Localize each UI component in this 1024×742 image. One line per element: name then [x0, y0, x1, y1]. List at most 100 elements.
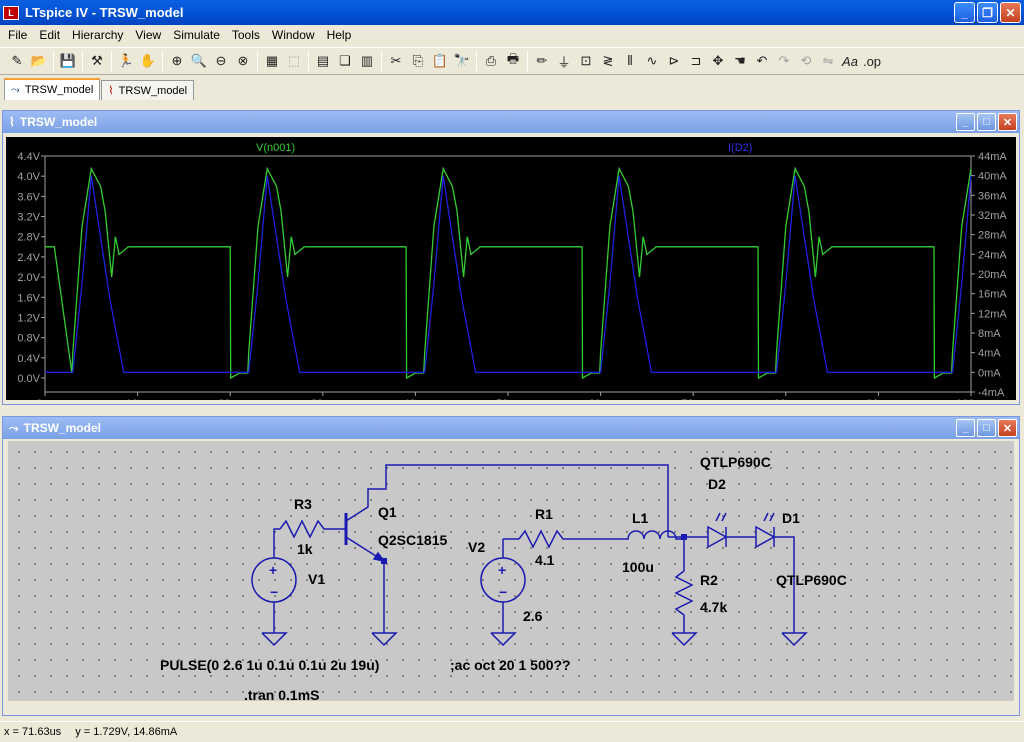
menu-simulate[interactable]: Simulate [167, 28, 226, 42]
minimize-button[interactable]: _ [954, 2, 975, 23]
resistor-r3[interactable] [279, 519, 330, 539]
drag-icon[interactable]: ☚ [729, 50, 751, 72]
label-r3[interactable]: R3 [294, 496, 312, 512]
waveform-chart[interactable]: 0us 10us 20us 30us 40us 50us 60us 70us 80us 90us 1… [6, 137, 1016, 410]
control-panel-icon[interactable]: ⚒ [86, 50, 108, 72]
label-l1[interactable]: L1 [632, 510, 649, 526]
inductor-icon[interactable]: ∿ [641, 50, 663, 72]
copy-icon[interactable]: ⎘ [407, 50, 429, 72]
zoom-out-icon[interactable]: ⊖ [210, 50, 232, 72]
spice-directive-icon[interactable]: .op [861, 50, 883, 72]
y-right-tick-label: 4mA [978, 348, 1001, 360]
menu-bar: File Edit Hierarchy View Simulate Tools … [0, 25, 1024, 45]
schematic-window-titlebar[interactable]: ⤳ TRSW_model _ □ ✕ [3, 417, 1019, 439]
model-d1[interactable]: QTLP690C [776, 572, 847, 588]
component-icon[interactable]: ⊐ [685, 50, 707, 72]
tab-waveform[interactable]: ⌇ TRSW_model [101, 80, 195, 100]
label-d2[interactable]: D2 [708, 476, 726, 492]
zoom-fit-icon[interactable]: ⊗ [232, 50, 254, 72]
menu-window[interactable]: Window [266, 28, 321, 42]
maximize-button[interactable]: □ [977, 113, 996, 131]
tile-horizontal-icon[interactable]: ▤ [312, 50, 334, 72]
draw-wire-icon[interactable]: ✏ [531, 50, 553, 72]
value-r1[interactable]: 4.1 [535, 552, 555, 568]
menu-hierarchy[interactable]: Hierarchy [66, 28, 129, 42]
cut-icon[interactable]: ✂ [385, 50, 407, 72]
value-r2[interactable]: 4.7k [700, 599, 727, 615]
zoom-in-icon[interactable]: ⊕ [166, 50, 188, 72]
cursor-y-readout: y = 1.729V, 14.86mA [75, 726, 178, 738]
resistor-r1[interactable] [518, 529, 608, 549]
open-schematic-icon[interactable]: ✎ [6, 50, 28, 72]
value-l1[interactable]: 100u [622, 559, 654, 575]
label-r2[interactable]: R2 [700, 572, 718, 588]
resistor-r2[interactable] [674, 570, 694, 633]
redo-icon[interactable]: ↷ [773, 50, 795, 72]
find-icon[interactable]: 🔭 [451, 50, 473, 72]
cascade-icon[interactable]: ❏ [334, 50, 356, 72]
open-folder-icon[interactable]: 📂 [28, 50, 50, 72]
status-bar: x = 71.63us y = 1.729V, 14.86mA [0, 721, 1024, 742]
menu-help[interactable]: Help [321, 28, 358, 42]
model-q1[interactable]: Q2SC1815 [378, 532, 447, 548]
undo-icon[interactable]: ↶ [751, 50, 773, 72]
print-setup-icon[interactable]: ⎙ [480, 50, 502, 72]
label-v1[interactable]: V1 [308, 571, 325, 587]
maximize-button[interactable]: □ [977, 419, 996, 437]
trace-v-n001[interactable] [45, 166, 972, 380]
minimize-button[interactable]: _ [956, 113, 975, 131]
diode-icon[interactable]: ⊳ [663, 50, 685, 72]
zoom-area-icon[interactable]: 🔍 [188, 50, 210, 72]
label-v2[interactable]: V2 [468, 539, 485, 555]
tran-directive[interactable]: .tran 0.1mS [244, 687, 319, 701]
led-d2[interactable] [707, 512, 728, 549]
label-net-icon[interactable]: ⊡ [575, 50, 597, 72]
model-d2[interactable]: QTLP690C [700, 454, 771, 470]
waveform-plot[interactable]: 0us 10us 20us 30us 40us 50us 60us 70us 80us 90us 1… [6, 137, 1016, 410]
capacitor-icon[interactable]: ⫴ [619, 50, 641, 72]
y-right-tick-label: 8mA [978, 328, 1001, 340]
pan-icon[interactable]: ⬚ [283, 50, 305, 72]
print-icon[interactable]: 🖶 [502, 50, 524, 72]
menu-view[interactable]: View [129, 28, 167, 42]
autorange-icon[interactable]: ▦ [261, 50, 283, 72]
wire[interactable] [273, 528, 280, 544]
halt-icon[interactable]: ✋ [137, 50, 159, 72]
menu-edit[interactable]: Edit [33, 28, 66, 42]
rotate-icon[interactable]: ⟲ [795, 50, 817, 72]
menu-file[interactable]: File [2, 28, 33, 42]
text-icon[interactable]: Aa [839, 50, 861, 72]
minimize-button[interactable]: _ [956, 419, 975, 437]
label-d1[interactable]: D1 [782, 510, 800, 526]
trace-i-d2[interactable] [45, 175, 972, 373]
waveform-window-titlebar[interactable]: ⌇ TRSW_model _ □ ✕ [3, 111, 1019, 133]
mirror-icon[interactable]: ⇋ [817, 50, 839, 72]
ground-symbol [781, 632, 808, 647]
value-v2[interactable]: 2.6 [523, 608, 543, 624]
paste-icon[interactable]: 📋 [429, 50, 451, 72]
ac-directive[interactable]: ;ac oct 20 1 500?? [450, 657, 571, 673]
save-icon[interactable]: 💾 [57, 50, 79, 72]
menu-tools[interactable]: Tools [226, 28, 266, 42]
label-q1[interactable]: Q1 [378, 504, 397, 520]
move-icon[interactable]: ✥ [707, 50, 729, 72]
pulse-source-value[interactable]: PULSE(0 2.6 1u 0.1u 0.1u 2u 19u) [160, 657, 379, 673]
ground-icon[interactable]: ⏚ [553, 50, 575, 72]
inductor-l1[interactable] [608, 530, 684, 540]
run-icon[interactable]: 🏃 [115, 50, 137, 72]
close-button[interactable]: ✕ [998, 419, 1017, 437]
close-button[interactable]: ✕ [998, 113, 1017, 131]
close-button[interactable]: ✕ [1000, 2, 1021, 23]
led-d1[interactable] [755, 512, 776, 549]
legend-i-d2[interactable]: I(D2) [728, 142, 752, 154]
restore-button[interactable]: ❐ [977, 2, 998, 23]
legend-v-n001[interactable]: V(n001) [256, 142, 295, 154]
label-r1[interactable]: R1 [535, 506, 553, 522]
value-r3[interactable]: 1k [297, 541, 313, 557]
tile-vertical-icon[interactable]: ▥ [356, 50, 378, 72]
schematic-canvas[interactable]: + − + − R3 1k Q1 Q2SC1815 V1 V2 2.6 R1 4.1… [8, 441, 1014, 701]
schematic-svg[interactable]: + − + − R3 1k Q1 Q2SC1815 V1 V2 2.6 R1 4.1… [8, 441, 1014, 701]
ground-symbol [490, 632, 517, 647]
tab-schematic[interactable]: ⤳ TRSW_model [4, 78, 101, 100]
resistor-icon[interactable]: ≷ [597, 50, 619, 72]
